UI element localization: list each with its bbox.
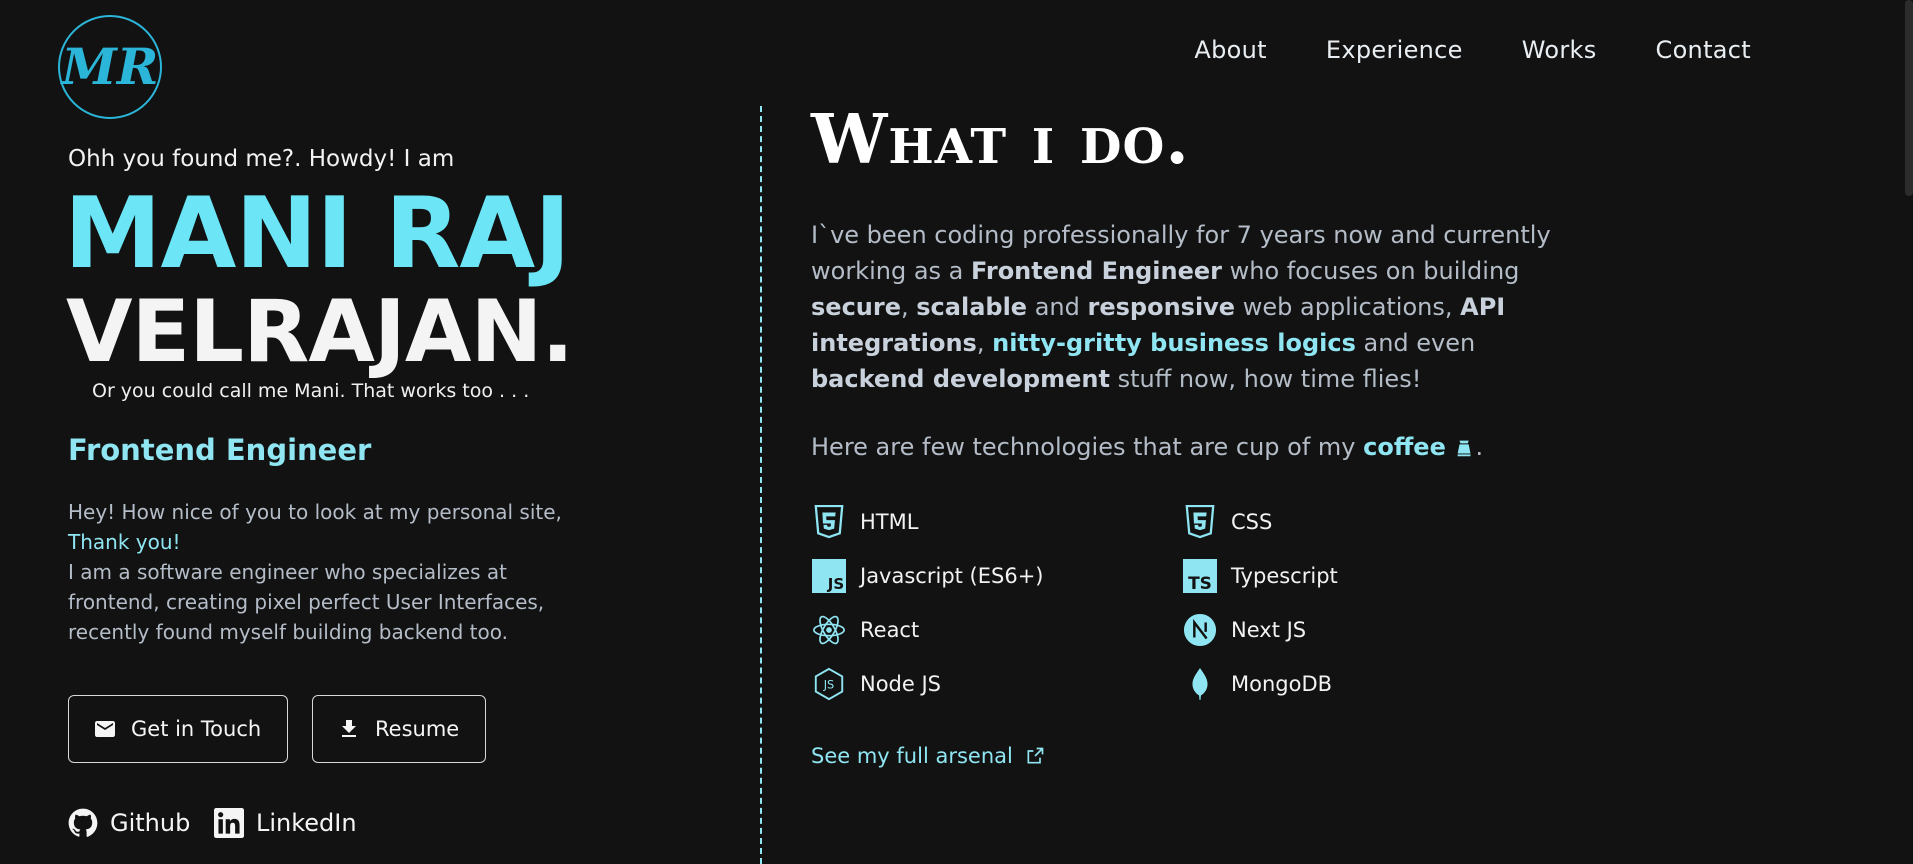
hero-nickname: Or you could call me Mani. That works to…: [92, 380, 530, 402]
desc-strong: responsive: [1087, 293, 1236, 321]
tech-label: CSS: [1231, 510, 1273, 534]
linkedin-icon: [214, 808, 244, 838]
desc-strong: backend development: [811, 365, 1110, 393]
full-arsenal-link[interactable]: See my full arsenal: [811, 744, 1045, 768]
html5-icon: [811, 504, 846, 540]
svg-text:MR: MR: [60, 37, 159, 96]
hero-first-name: MANI RAJ: [64, 177, 571, 291]
section-divider: [760, 106, 762, 864]
tech-item: JS Node JS: [811, 666, 1182, 702]
github-link[interactable]: Github: [68, 808, 190, 838]
javascript-icon: JS: [811, 558, 846, 594]
desc-strong: scalable: [916, 293, 1028, 321]
desc-strong: Frontend Engineer: [971, 257, 1223, 285]
tech-item: Next JS: [1182, 612, 1382, 648]
page: MR About Experience Works Contact Ohh yo…: [0, 0, 1913, 864]
react-icon: [811, 612, 846, 648]
desc-text: stuff now, how time flies!: [1109, 365, 1422, 393]
hero-role: Frontend Engineer: [68, 433, 372, 467]
tech-label: React: [860, 618, 920, 642]
what-i-do-heading: What i do.: [811, 100, 1190, 180]
svg-text:TS: TS: [1188, 574, 1212, 593]
desc-text: and even: [1355, 329, 1476, 357]
typescript-icon: TS: [1182, 558, 1217, 594]
tech-label: MongoDB: [1231, 672, 1333, 696]
github-icon: [68, 808, 98, 837]
coffee-prefix: Here are few technologies that are cup o…: [811, 433, 1364, 461]
mail-icon: [95, 721, 115, 737]
external-link-icon: [1027, 747, 1044, 764]
tech-label: Node JS: [860, 672, 942, 696]
tech-item: CSS: [1182, 504, 1382, 540]
page-scrollbar[interactable]: [1905, 0, 1913, 196]
tech-item: TS Typescript: [1182, 558, 1382, 594]
download-icon: [342, 720, 356, 737]
tech-label: Javascript (ES6+): [860, 564, 1044, 588]
mr-monogram-icon: MR: [58, 15, 162, 119]
nav-works[interactable]: Works: [1522, 36, 1597, 64]
tech-item: JS Javascript (ES6+): [811, 558, 1182, 594]
tech-item: HTML: [811, 504, 1182, 540]
linkedin-link[interactable]: LinkedIn: [214, 808, 357, 838]
main-nav: About Experience Works Contact: [1135, 36, 1751, 64]
hero-bio: Hey! How nice of you to look at my perso…: [68, 497, 588, 647]
get-in-touch-button[interactable]: Get in Touch: [68, 695, 288, 763]
coffee-suffix: .: [1475, 433, 1484, 461]
what-i-do-description: I`ve been coding professionally for 7 ye…: [811, 217, 1571, 397]
nav-about[interactable]: About: [1194, 36, 1266, 64]
coffee-word: coffee: [1363, 433, 1446, 461]
bio-line-2: I am a software engineer who specializes…: [68, 560, 545, 644]
coffee-pot-icon: [1457, 440, 1470, 457]
tech-label: Next JS: [1231, 618, 1307, 642]
tech-label: Typescript: [1231, 564, 1338, 588]
site-logo[interactable]: MR: [53, 14, 167, 120]
resume-label: Resume: [375, 717, 460, 741]
coffee-line: Here are few technologies that are cup o…: [811, 433, 1483, 461]
desc-text: who focuses on building: [1222, 257, 1520, 285]
linkedin-label: LinkedIn: [256, 809, 357, 837]
desc-text: web applications,: [1235, 293, 1461, 321]
github-label: Github: [110, 809, 191, 837]
desc-strong: secure: [811, 293, 901, 321]
nav-experience[interactable]: Experience: [1326, 36, 1463, 64]
resume-button[interactable]: Resume: [312, 695, 486, 763]
tech-label: HTML: [860, 510, 919, 534]
tech-list: HTML CSS JS Javascript (ES6+) TS Typescr…: [811, 504, 1338, 702]
get-in-touch-label: Get in Touch: [131, 717, 262, 741]
nav-contact[interactable]: Contact: [1656, 36, 1751, 64]
bio-thanks: Thank you!: [68, 530, 181, 554]
svg-text:JS: JS: [826, 575, 843, 593]
full-arsenal-label: See my full arsenal: [811, 744, 1013, 768]
svg-text:JS: JS: [822, 678, 834, 692]
desc-text: ,: [976, 329, 993, 357]
css3-icon: [1182, 504, 1217, 540]
bio-line-1: Hey! How nice of you to look at my perso…: [68, 500, 562, 524]
hero-last-name: VELRAJAN.: [66, 282, 574, 382]
tech-item: React: [811, 612, 1182, 648]
hero-intro: Ohh you found me?. Howdy! I am: [68, 146, 455, 172]
desc-strong-accent: nitty-gritty business logics: [992, 329, 1356, 357]
tech-item: MongoDB: [1182, 666, 1382, 702]
desc-text: and: [1027, 293, 1088, 321]
mongodb-icon: [1182, 666, 1217, 702]
nextjs-icon: [1182, 612, 1217, 648]
nodejs-icon: JS: [811, 666, 846, 702]
desc-text: ,: [901, 293, 917, 321]
